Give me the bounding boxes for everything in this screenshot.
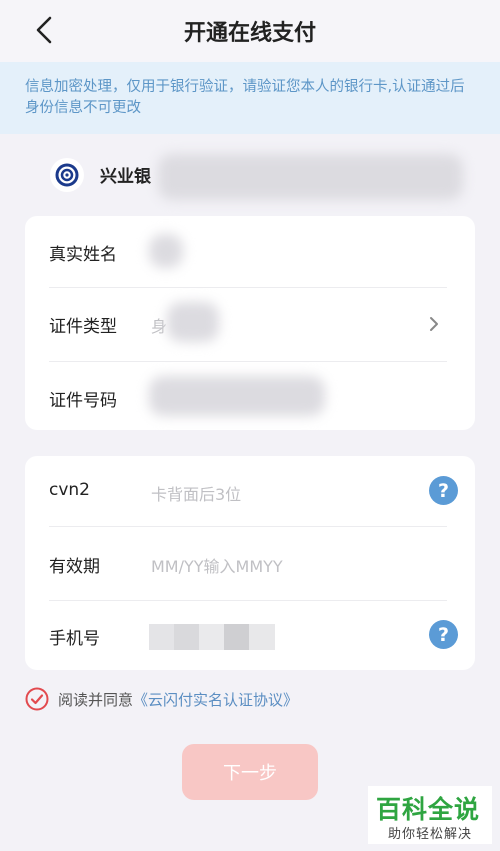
watermark-subtitle: 助你轻松解决	[387, 827, 472, 842]
identity-card: 真实姓名 证件类型 身 证件号码	[25, 216, 475, 430]
id-number-row[interactable]: 证件号码	[25, 362, 475, 434]
expiry-input[interactable]: MM/YY输入MMYY	[151, 553, 283, 577]
real-name-row[interactable]: 真实姓名	[25, 216, 475, 288]
cvn2-label: cvn2	[49, 480, 90, 500]
agreement-text: 阅读并同意《云闪付实名认证协议》	[58, 689, 298, 710]
notice-text: 信息加密处理，仅用于银行验证，请验证您本人的银行卡,认证通过后身份信息不可更改	[25, 79, 465, 116]
chevron-right-icon	[430, 317, 438, 331]
agreement-link[interactable]: 《云闪付实名认证协议》	[133, 691, 298, 709]
bank-row: 兴业银	[0, 148, 500, 204]
phone-row[interactable]: 手机号 ?	[25, 600, 475, 672]
agreement-row: 阅读并同意《云闪付实名认证协议》	[25, 686, 475, 714]
blurred-id-type	[167, 302, 219, 342]
id-type-row[interactable]: 证件类型 身	[25, 288, 475, 360]
card-info: cvn2 卡背面后3位 ? 有效期 MM/YY输入MMYY 手机号 ?	[25, 456, 475, 670]
phone-help-icon[interactable]: ?	[429, 620, 458, 649]
bank-logo-icon	[50, 158, 84, 192]
blurred-card-number	[158, 154, 463, 200]
cvn2-input[interactable]: 卡背面后3位	[151, 481, 241, 505]
header: 开通在线支付	[0, 0, 500, 62]
blurred-phone-number	[149, 624, 275, 650]
page-title: 开通在线支付	[183, 21, 316, 46]
blurred-real-name	[149, 234, 183, 268]
bank-name: 兴业银	[100, 167, 151, 187]
watermark-title: 百科全说	[376, 795, 481, 824]
id-number-label: 证件号码	[49, 391, 117, 411]
checked-circle-icon[interactable]	[25, 687, 49, 711]
expiry-row[interactable]: 有效期 MM/YY输入MMYY	[25, 528, 475, 600]
cvn2-row[interactable]: cvn2 卡背面后3位 ?	[25, 456, 475, 528]
watermark: 百科全说 助你轻松解决	[368, 786, 492, 844]
cvn2-help-icon[interactable]: ?	[429, 476, 458, 505]
id-type-value: 身	[151, 317, 168, 336]
next-step-button[interactable]: 下一步	[182, 744, 318, 800]
id-type-label: 证件类型	[49, 317, 117, 337]
divider	[49, 526, 447, 527]
real-name-label: 真实姓名	[49, 245, 117, 265]
notice-banner: 信息加密处理，仅用于银行验证，请验证您本人的银行卡,认证通过后身份信息不可更改	[0, 62, 500, 134]
agreement-prefix: 阅读并同意	[58, 691, 134, 709]
expiry-label: 有效期	[49, 557, 100, 577]
phone-label: 手机号	[49, 629, 100, 649]
blurred-id-number	[149, 376, 325, 416]
